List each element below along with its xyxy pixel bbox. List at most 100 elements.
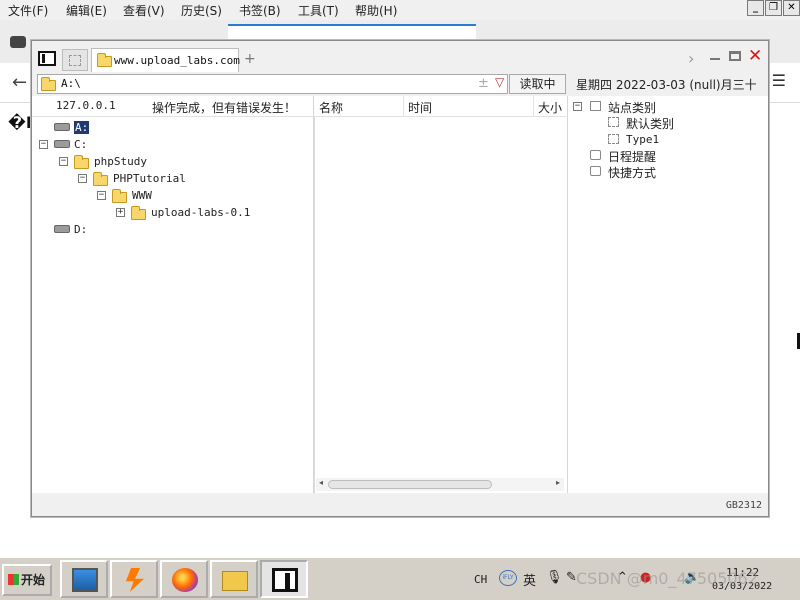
collapse-toggle[interactable]: − (97, 191, 106, 200)
category-icon (608, 117, 619, 127)
path-input[interactable]: A:\ ± ▽ (37, 74, 508, 94)
menu-help[interactable]: 帮助(H) (355, 2, 397, 19)
collapse-toggle[interactable]: − (39, 140, 48, 149)
tree-node-phptutorial[interactable]: − PHPTutorial (32, 171, 312, 187)
browser-window-controls: _ ❐ ✕ (747, 0, 800, 18)
microphone-icon[interactable]: 🎙 (546, 570, 563, 585)
ifly-icon[interactable]: iFLY (499, 570, 517, 586)
app-titlebar: www.upload_labs.com + › ✕ (32, 41, 768, 72)
schedule-reminder-label: 日程提醒 (608, 150, 657, 164)
tree-node-drive-a[interactable]: A: (32, 120, 312, 136)
folder-icon (222, 571, 248, 591)
taskbar-app-burp[interactable] (110, 560, 158, 598)
blank-tab[interactable] (62, 49, 88, 71)
scroll-left-icon[interactable]: ◂ (319, 478, 323, 487)
tree-node-www[interactable]: − WWW (32, 188, 312, 204)
category-icon (608, 134, 619, 144)
file-manager-window: www.upload_labs.com + › ✕ A:\ ± ▽ 读取中 星期… (31, 40, 769, 517)
back-arrow-icon[interactable]: ← (12, 72, 27, 93)
start-label: 开始 (21, 573, 46, 587)
reminder-icon (590, 150, 601, 160)
expand-toggle[interactable]: + (116, 208, 125, 217)
tree-status-bar: 127.0.0.1 操作完成，但有错误发生！ (32, 96, 314, 117)
file-list-header: 名称 时间 大小 (314, 96, 568, 117)
menu-edit[interactable]: 编辑(E) (66, 2, 107, 19)
tree-node-drive-c[interactable]: − C: (32, 137, 312, 153)
horizontal-scrollbar[interactable]: ◂ ▸ (316, 478, 564, 491)
menu-view[interactable]: 查看(V) (123, 2, 165, 19)
minimize-button[interactable]: _ (747, 0, 764, 16)
category-label: Type1 (626, 133, 660, 146)
tree-node-label: upload-labs-0.1 (151, 206, 251, 219)
menu-bookmarks[interactable]: 书签(B) (239, 2, 281, 19)
tree-node-label: WWW (132, 189, 152, 202)
folder-icon (41, 77, 56, 91)
collapse-toggle[interactable]: − (59, 157, 68, 166)
folder-icon (74, 155, 89, 169)
scrollbar-thumb[interactable] (328, 480, 492, 489)
taskbar-app-firefox[interactable] (160, 560, 208, 598)
firefox-icon (172, 568, 198, 592)
read-button[interactable]: 读取中 (509, 74, 566, 94)
category-root-label: 站点类别 (608, 101, 657, 115)
tree-node-drive-d[interactable]: D: (32, 222, 312, 238)
tree-node-label: PHPTutorial (113, 172, 186, 185)
app-logo-icon (38, 51, 56, 66)
tree-node-upload-labs[interactable]: + upload-labs-0.1 (32, 205, 312, 221)
taskbar-app-filemanager[interactable] (260, 560, 308, 598)
scroll-right-icon[interactable]: ▸ (556, 478, 560, 487)
folder-icon (97, 53, 112, 67)
browser-menubar: 文件(F) 编辑(E) 查看(V) 历史(S) 书签(B) 工具(T) 帮助(H… (0, 0, 800, 20)
folder-icon (93, 172, 108, 186)
file-list-panel: 名称 时间 大小 ◂ ▸ (314, 96, 568, 493)
category-label: 默认类别 (626, 117, 675, 131)
spinner-icon[interactable]: ± (478, 76, 489, 91)
language-indicator[interactable]: CH (474, 573, 487, 586)
collapse-toggle[interactable]: − (78, 174, 87, 183)
menu-tools[interactable]: 工具(T) (298, 2, 339, 19)
app-tab-upload-labs[interactable]: www.upload_labs.com (91, 48, 240, 72)
tree-node-label: C: (74, 138, 88, 151)
collapse-toggle[interactable]: − (573, 102, 582, 111)
app-maximize-button[interactable] (729, 51, 741, 61)
monitor-icon (72, 568, 98, 592)
tree-node-phpstudy[interactable]: − phpStudy (32, 154, 312, 170)
tab-url-label: www.upload_labs.com (114, 54, 240, 67)
app-close-button[interactable]: ✕ (748, 46, 762, 66)
path-value: A:\ (61, 77, 81, 90)
column-divider[interactable] (533, 96, 534, 117)
add-tab-button[interactable]: + (244, 51, 256, 67)
restore-button[interactable]: ❐ (765, 0, 782, 16)
ime-mode-icon[interactable]: 英 (523, 570, 536, 589)
column-header-size[interactable]: 大小 (538, 99, 562, 116)
camera-icon (10, 36, 26, 48)
column-divider[interactable] (403, 96, 404, 117)
directory-tree-panel: 127.0.0.1 操作完成，但有错误发生！ A: − C: − phpStud… (32, 96, 314, 493)
menu-history[interactable]: 历史(S) (181, 2, 222, 19)
category-panel: − 站点类别 默认类别 Type1 日程提醒 快捷方式 (568, 96, 768, 493)
folder-icon (131, 206, 146, 220)
tree-node-label: phpStudy (94, 155, 147, 168)
menu-file[interactable]: 文件(F) (8, 2, 48, 19)
start-button[interactable]: 开始 (2, 564, 52, 596)
column-header-name[interactable]: 名称 (319, 99, 343, 116)
chevron-right-icon[interactable]: › (688, 49, 694, 68)
app-minimize-button[interactable] (710, 58, 720, 60)
windows-flag-icon (8, 574, 19, 585)
blank-tab-icon (69, 55, 81, 66)
drive-icon (54, 123, 70, 131)
tree-node-label: D: (74, 223, 88, 236)
folder-icon (112, 189, 127, 203)
shortcuts-label: 快捷方式 (608, 166, 657, 180)
column-header-time[interactable]: 时间 (408, 99, 432, 116)
server-ip: 127.0.0.1 (56, 99, 116, 112)
taskbar-app-monitor[interactable] (60, 560, 108, 598)
category-icon (590, 101, 601, 111)
dropdown-arrow-icon[interactable]: ▽ (495, 75, 504, 89)
hamburger-menu-icon[interactable]: ☰ (772, 71, 786, 90)
drive-icon (54, 225, 70, 233)
taskbar-app-explorer[interactable] (210, 560, 258, 598)
close-button[interactable]: ✕ (783, 0, 800, 16)
shortcut-icon (590, 166, 601, 176)
encoding-indicator[interactable]: GB2312 (726, 500, 762, 511)
